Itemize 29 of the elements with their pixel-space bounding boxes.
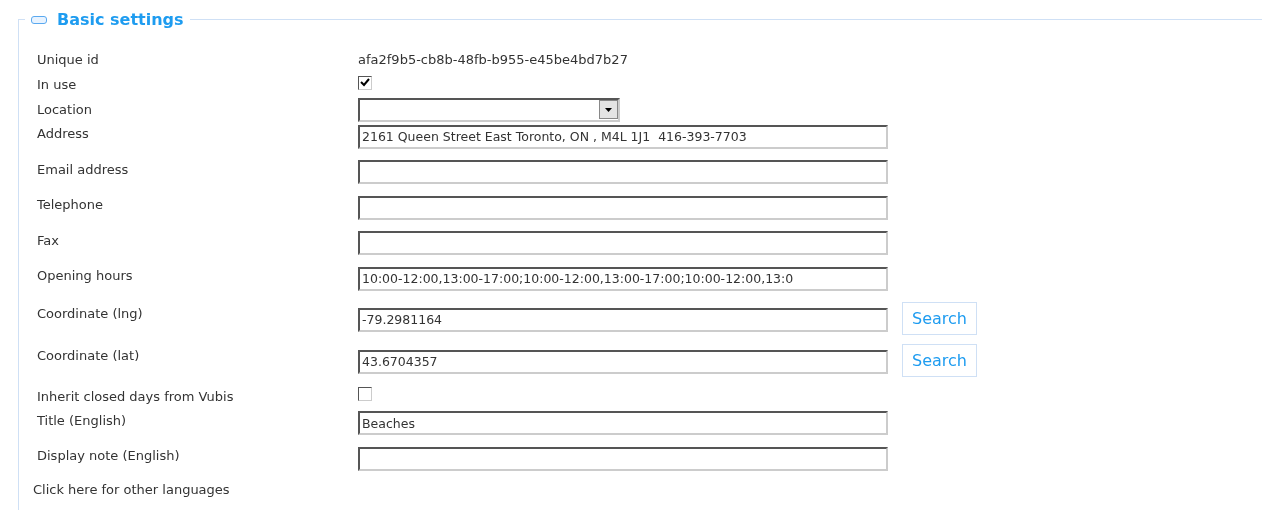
field-label: Unique id [37,52,100,67]
input-field[interactable]: -79.2981164 [358,307,888,332]
field-label: Title (English) [37,411,128,428]
field-label: In use [37,77,78,92]
input-field[interactable]: 43.6704357 [358,349,888,374]
input-field[interactable] [358,231,888,256]
field-label: Coordinate (lat) [37,346,141,363]
field-label: Address [37,125,90,141]
input-field[interactable] [358,446,888,471]
field-label: Location [37,102,93,117]
input-field[interactable]: Beaches [358,411,888,436]
caret-icon [605,107,612,112]
field-label: Email address [37,160,130,177]
dropdown[interactable] [358,97,620,122]
field-label: Fax [37,231,60,248]
field-label: Coordinate (lng) [37,304,144,321]
field-value: afa2f9b5-cb8b-48fb-b955-e45be4bd7b27 [358,52,628,67]
checkbox[interactable] [358,75,372,90]
field-label: Inherit closed days from Vubis [37,388,235,404]
section-title: Basic settings [57,10,184,29]
input-field[interactable] [358,195,888,220]
languages-link[interactable]: Click here for other languages [33,481,230,497]
field-label: Telephone [37,196,105,212]
checkbox[interactable] [358,387,372,401]
input-field[interactable]: 10:00-12:00,13:00-17:00;10:00-12:00,13:00-17:00;10:00-12:00,13:0 [358,266,888,291]
input-field[interactable]: 2161 Queen Street East Toronto, ON , M4L 1J1 416-393-7703 [358,124,888,149]
field-label: Opening hours [37,267,134,283]
field-label: Display note (English) [37,447,181,463]
input-field[interactable] [358,160,888,185]
